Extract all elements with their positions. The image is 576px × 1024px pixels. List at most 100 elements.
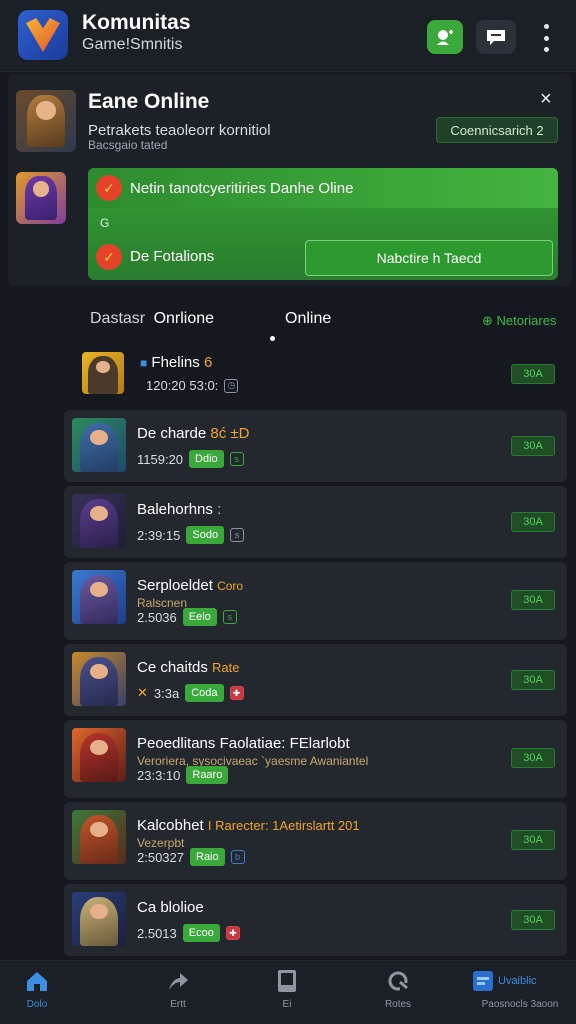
status-badge[interactable]: 30A [511, 512, 555, 532]
member-time: 2:39:15 [137, 527, 181, 543]
chat-icon [487, 30, 505, 45]
nav-home-label: Dolo [26, 999, 48, 1010]
nav-share-label: Ertt [170, 999, 186, 1010]
member-time: 1159:20 [137, 451, 184, 467]
status-badge[interactable]: 30A [511, 910, 555, 930]
avatar [72, 570, 126, 624]
status-badge[interactable]: 30A [511, 748, 555, 768]
s-icon: s [230, 528, 245, 542]
nav-tablet[interactable]: Ei [252, 969, 322, 1021]
s-icon: s [229, 452, 244, 466]
banner-action-button[interactable]: Nabctire h Taecd [305, 240, 553, 276]
home-icon [24, 969, 50, 993]
status-badge[interactable]: 30A [511, 670, 555, 690]
member-name: Fhelins [151, 354, 200, 371]
member-name: Kalcobhet [137, 817, 204, 834]
member-time: 2.5036 [137, 609, 177, 625]
banner-mid-text: G [100, 216, 110, 230]
add-friend-button[interactable] [427, 20, 463, 54]
status-badge[interactable]: 30A [511, 590, 555, 610]
member-tag: Rate [212, 660, 240, 675]
shield-icon: ■ [140, 356, 148, 370]
level-badge: Sodo [186, 526, 225, 544]
level-badge: Coda [185, 684, 224, 702]
nav-home[interactable]: Dolo [2, 969, 72, 1021]
banner-headline: Netin tanotcyeritiries Danhe Oline [130, 180, 354, 197]
list-item[interactable]: Balehorhns : 2:39:15 Sodo s 30A [64, 486, 567, 558]
level-badge: Raaro [186, 766, 229, 784]
chat-button[interactable] [476, 20, 516, 54]
tab-online[interactable]: Online [285, 310, 331, 328]
member-tag: Coro [217, 579, 244, 593]
level-badge: Ddio [189, 450, 224, 468]
status-badge[interactable]: 30A [511, 364, 555, 384]
level-badge: Raio [190, 848, 225, 866]
list-item[interactable]: Serploeldet Coro Ralscnen 2.5036 Eelo s … [64, 562, 567, 640]
swords-icon: ✕ [137, 685, 148, 700]
share-icon [165, 969, 191, 993]
tab-all-strong: Onrlione [153, 310, 215, 327]
member-time: 23:3:10 [137, 767, 181, 783]
list-item[interactable]: Ca blolioe 2.5013 Ecoo ✚ 30A [64, 884, 567, 956]
top-header: Komunitas Game!Smnitis [0, 0, 576, 72]
list-item[interactable]: De charde 8ć ±D 1159:20 Ddio s 30A [64, 410, 567, 482]
member-tag: Faolatiae: FElarlobt [219, 735, 350, 752]
nav-app[interactable]: Uvaiblic Paosnocls 3aoon [472, 969, 568, 1021]
panel-description: Petrakets teaoleorr kornitiol [88, 122, 271, 139]
panel-description-secondary: Bacsgaio tated [88, 138, 168, 152]
check-badge-icon: ✓ [96, 244, 122, 270]
banner-subline: De Fotalions [130, 248, 215, 265]
level-badge: Eelo [182, 608, 217, 626]
network-link[interactable]: ⊕ Netoriares [482, 313, 556, 329]
member-name: De charde [137, 425, 207, 442]
game-thumbnail-secondary[interactable] [16, 172, 66, 224]
member-tag: 8ć ±D [210, 425, 250, 442]
member-name: Serploeldet [137, 577, 213, 594]
list-item[interactable]: Peoedlitans Faolatiae: FElarlobt Verorie… [64, 720, 567, 798]
avatar [72, 418, 126, 472]
online-banner: ✓ Netin tanotcyeritiries Danhe Oline G ✓… [88, 168, 558, 280]
nav-share[interactable]: Ertt [143, 969, 213, 1021]
list-item[interactable]: ■ Fhelins 6 120:20 53:0: ◷ 30A [64, 344, 567, 406]
user-icon [437, 30, 453, 45]
status-badge[interactable]: 30A [511, 436, 555, 456]
nav-app-label: Paosnocls 3aoon [481, 999, 559, 1010]
b-icon: b [230, 850, 245, 864]
list-item[interactable]: Kalcobhet I Rarecter: 1Aetirslartt 201 V… [64, 802, 567, 880]
s-icon: s [222, 610, 237, 624]
panel-title: Eane Online [88, 90, 210, 113]
nav-app-extra: Uvaiblic [498, 975, 537, 987]
member-name: Ce chaitds [137, 659, 208, 676]
status-badge[interactable]: 30A [511, 830, 555, 850]
tab-all[interactable]: Dastasr Onrlione [90, 310, 214, 328]
gift-icon: ✚ [225, 926, 240, 940]
app-logo[interactable] [18, 10, 68, 60]
nav-refresh[interactable]: Rotes [363, 969, 433, 1021]
avatar [72, 728, 126, 782]
check-badge-icon: ✓ [96, 175, 122, 201]
avatar [72, 494, 126, 548]
game-thumbnail[interactable] [16, 90, 76, 152]
close-icon[interactable]: × [540, 88, 552, 111]
member-name: Peoedlitans [137, 735, 216, 752]
community-button[interactable]: Coennicsarich 2 [436, 117, 558, 143]
member-time: 120:20 53:0: [146, 378, 219, 393]
app-icon: Uvaiblic [472, 969, 568, 993]
list-item[interactable]: Ce chaitds Rate ✕ 3:3a Coda ✚ 30A [64, 644, 567, 716]
member-time: 2:50327 [137, 849, 184, 865]
gift-icon: ✚ [229, 686, 244, 700]
more-menu-icon[interactable] [536, 24, 556, 52]
member-time: 3:3a [153, 685, 180, 701]
nav-tablet-label: Ei [282, 999, 292, 1010]
member-tabs: Dastasr Onrlione Online ⊕ Netoriares [0, 296, 576, 344]
nav-refresh-label: Rotes [384, 999, 412, 1010]
member-time: 2.5013 [137, 925, 177, 941]
tablet-icon [274, 969, 300, 993]
member-tag: 6 [203, 354, 213, 371]
tab-indicator [270, 336, 275, 341]
page-subtitle: Game!Smnitis [82, 36, 183, 53]
avatar [72, 892, 126, 946]
avatar [72, 652, 126, 706]
level-badge: Ecoo [182, 924, 220, 942]
tab-all-label: Dastasr [90, 310, 146, 327]
